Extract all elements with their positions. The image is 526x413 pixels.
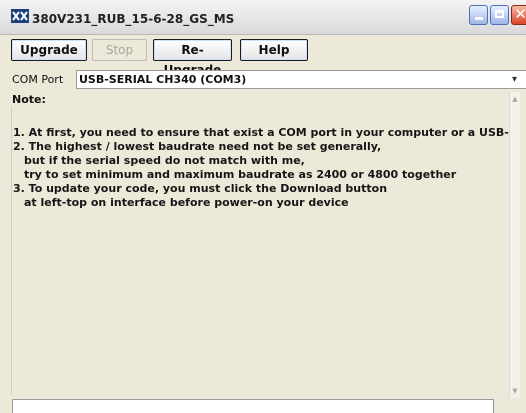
note-line: try to set minimum and maximum baudrate … (24, 168, 457, 181)
toolbar: Upgrade Stop Re-Upgrade Help (0, 35, 526, 77)
status-field[interactable] (12, 399, 494, 413)
note-line: but if the serial speed do not match wit… (24, 154, 305, 167)
title-bar[interactable]: 380V231_RUB_15-6-28_GS_MS ✕ (0, 0, 526, 35)
close-button[interactable]: ✕ (511, 5, 526, 25)
com-port-value: USB-SERIAL CH340 (COM3) (79, 73, 247, 86)
resize-grip[interactable] (500, 399, 526, 413)
reupgrade-button[interactable]: Re-Upgrade (153, 39, 232, 77)
window-title: 380V231_RUB_15-6-28_GS_MS (32, 12, 235, 26)
close-icon: ✕ (514, 5, 526, 23)
app-logo-icon (11, 9, 29, 23)
scroll-up-arrow-icon[interactable]: ▲ (510, 94, 520, 104)
note-text: 1. At first, you need to ensure that exi… (13, 126, 509, 210)
note-label: Note: (12, 93, 46, 106)
note-line: at left-top on interface before power-on… (24, 196, 349, 209)
scroll-down-arrow-icon[interactable]: ▼ (510, 386, 520, 396)
stop-button[interactable]: Stop (92, 39, 147, 61)
help-button[interactable]: Help (240, 39, 308, 61)
note-line: 2. The highest / lowest baudrate need no… (13, 140, 382, 153)
note-line: 3. To update your code, you must click t… (13, 182, 388, 195)
chevron-down-icon[interactable]: ▾ (512, 74, 517, 85)
upgrade-button[interactable]: Upgrade (11, 39, 87, 61)
note-line: 1. At first, you need to ensure that exi… (13, 126, 509, 139)
com-port-label: COM Port (12, 73, 64, 86)
com-port-select[interactable]: USB-SERIAL CH340 (COM3) ▾ (76, 70, 526, 89)
vertical-scrollbar[interactable]: ▲ ▼ (509, 92, 520, 398)
app-window: 380V231_RUB_15-6-28_GS_MS ✕ Upgrade Stop… (0, 0, 526, 413)
minimize-button[interactable] (469, 5, 488, 25)
maximize-button[interactable] (490, 5, 509, 25)
